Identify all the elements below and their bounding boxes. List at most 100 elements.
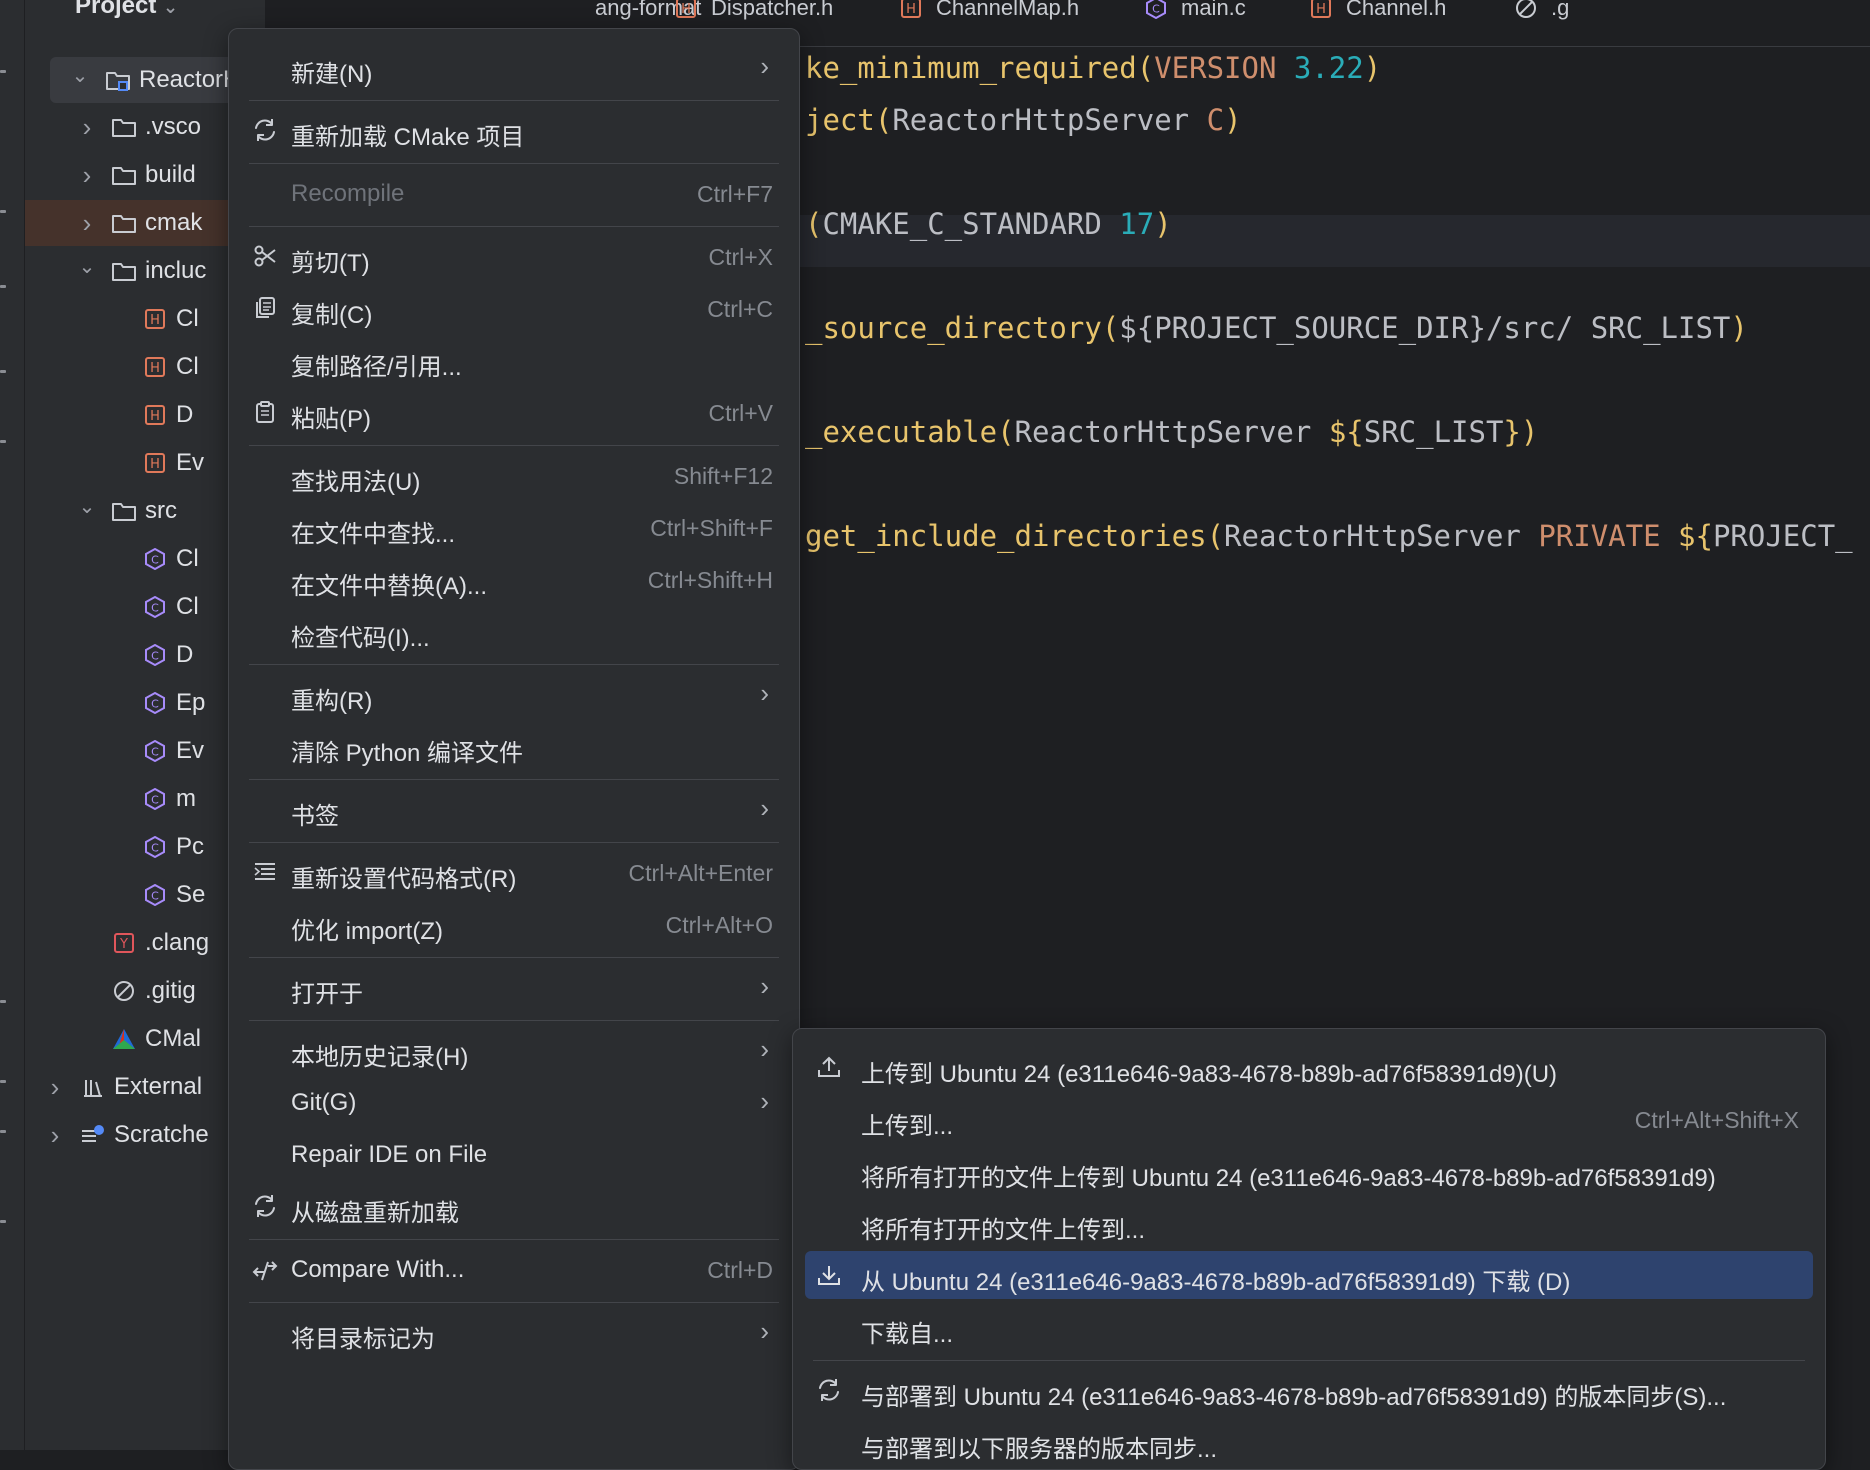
chevron-right-icon[interactable]: › [77, 112, 97, 143]
menu-item[interactable]: 查找用法(U) Shift+F12 [241, 451, 787, 499]
folder-icon [111, 164, 137, 186]
editor-tab[interactable]: H ChannelMap.h [900, 0, 1079, 26]
menu-item[interactable]: 优化 import(Z) Ctrl+Alt+O [241, 900, 787, 948]
menu-item[interactable]: 上传到... Ctrl+Alt+Shift+X [805, 1095, 1813, 1143]
editor-tab[interactable]: H Dispatcher.h [675, 0, 833, 26]
tree-icon-slot [80, 1076, 106, 1098]
chevron-down-icon[interactable]: ⌄ [77, 254, 97, 279]
chevron-down-icon[interactable]: ⌄ [70, 63, 90, 88]
chevron-right-icon[interactable]: › [77, 208, 97, 239]
menu-item[interactable]: 将所有打开的文件上传到 Ubuntu 24 (e311e646-9a83-467… [805, 1147, 1813, 1195]
menu-item[interactable]: 粘贴(P) Ctrl+V [241, 388, 787, 436]
stripe-button-mark[interactable] [0, 370, 6, 373]
menu-item[interactable]: 上传到 Ubuntu 24 (e311e646-9a83-4678-b89b-a… [805, 1043, 1813, 1091]
tree-item-label: Cl [176, 353, 199, 380]
menu-item-label: 在文件中查找... [291, 521, 456, 548]
menu-item[interactable]: 重新加载 CMake 项目 [241, 106, 787, 154]
tree-icon-slot: C [142, 692, 168, 714]
menu-item[interactable]: 从磁盘重新加载 [241, 1182, 787, 1230]
editor-tab[interactable]: H Channel.h [1310, 0, 1446, 26]
menu-item[interactable]: Git(G) › [241, 1078, 787, 1126]
tab-icon-slot: C [1145, 0, 1167, 19]
menu-separator [813, 1360, 1805, 1361]
reload-icon [252, 117, 278, 143]
editor-tab[interactable]: .g [1515, 0, 1569, 26]
tree-icon-slot: C [142, 836, 168, 858]
menu-item[interactable]: 打开于 › [241, 963, 787, 1011]
chevron-down-icon[interactable]: ⌄ [77, 494, 97, 519]
stripe-button-mark[interactable] [0, 70, 6, 73]
menu-item[interactable]: 从 Ubuntu 24 (e311e646-9a83-4678-b89b-ad7… [805, 1251, 1813, 1299]
menu-item[interactable]: 检查代码(I)... [241, 607, 787, 655]
menu-item[interactable]: 将目录标记为 › [241, 1308, 787, 1356]
copy-icon [253, 296, 277, 320]
menu-item[interactable]: 与部署到 Ubuntu 24 (e311e646-9a83-4678-b89b-… [805, 1366, 1813, 1414]
tab-label: main.c [1181, 0, 1246, 20]
stripe-button-mark[interactable] [0, 440, 6, 443]
menu-item[interactable]: Repair IDE on File [241, 1130, 787, 1178]
menu-item[interactable]: 清除 Python 编译文件 [241, 722, 787, 770]
menu-item[interactable]: 与部署到以下服务器的版本同步... [805, 1418, 1813, 1466]
chevron-right-icon[interactable]: › [77, 160, 97, 191]
menu-item[interactable]: 重新设置代码格式(R) Ctrl+Alt+Enter [241, 848, 787, 896]
stripe-button-mark[interactable] [0, 1130, 6, 1133]
menu-item[interactable]: 在文件中查找... Ctrl+Shift+F [241, 503, 787, 551]
code-token: ReactorHttpServer [1014, 415, 1329, 449]
svg-text:C: C [151, 650, 159, 663]
tree-icon-slot: C [142, 644, 168, 666]
stripe-button-mark[interactable] [0, 1080, 6, 1083]
tree-item-label: m [176, 785, 196, 812]
menu-item[interactable]: Compare With... Ctrl+D [241, 1245, 787, 1293]
chevron-down-icon: ⌄ [163, 0, 179, 17]
deployment-submenu: 上传到 Ubuntu 24 (e311e646-9a83-4678-b89b-a… [792, 1028, 1826, 1470]
menu-shortcut: Ctrl+C [707, 296, 773, 322]
header-file-icon: H [144, 308, 166, 330]
header-file-icon: H [900, 0, 922, 19]
tree-item-label: Ev [176, 449, 205, 476]
svg-text:H: H [1316, 2, 1326, 17]
menu-item[interactable]: 书签 › [241, 785, 787, 833]
menu-shortcut: Ctrl+Alt+Shift+X [1634, 1107, 1799, 1133]
code-token: ReactorHttpServer [892, 103, 1207, 137]
code-token: 17 [1119, 207, 1155, 241]
menu-item-label: 复制路径/引用... [291, 354, 462, 381]
menu-item[interactable]: 在文件中替换(A)... Ctrl+Shift+H [241, 555, 787, 603]
chevron-right-icon[interactable]: › [45, 1072, 65, 1103]
svg-text:Y: Y [119, 937, 128, 952]
menu-separator [249, 779, 779, 780]
menu-item[interactable]: Recompile Ctrl+F7 [241, 169, 787, 217]
menu-item-label: 本地历史记录(H) [291, 1044, 469, 1071]
code-token: ( [874, 103, 893, 137]
code-token: ) [1730, 311, 1748, 345]
tree-icon-slot: Y [111, 932, 137, 954]
menu-item[interactable]: 下载自... [805, 1303, 1813, 1351]
tree-icon-slot [111, 980, 137, 1002]
code-token: ( [805, 207, 823, 241]
menu-item-label: 优化 import(Z) [291, 918, 443, 945]
project-panel-title[interactable]: Project ⌄ [75, 0, 178, 20]
stripe-button-mark[interactable] [0, 285, 6, 288]
menu-shortcut: Ctrl+X [708, 244, 773, 270]
menu-item[interactable]: 复制(C) Ctrl+C [241, 284, 787, 332]
menu-item[interactable]: 将所有打开的文件上传到... [805, 1199, 1813, 1247]
tree-icon-slot [111, 260, 137, 282]
tree-icon-slot [80, 1124, 106, 1146]
menu-item[interactable]: 重构(R) › [241, 670, 787, 718]
menu-item-label: Recompile [291, 180, 405, 207]
stripe-button-mark[interactable] [0, 1000, 6, 1003]
menu-item[interactable]: 复制路径/引用... [241, 336, 787, 384]
tree-item-label: .vsco [145, 113, 202, 140]
tree-item-label: Ev [176, 737, 205, 764]
stripe-button-mark[interactable] [0, 210, 6, 213]
submenu-arrow-icon: › [760, 793, 769, 823]
tree-icon-slot: H [142, 356, 168, 378]
menu-item[interactable]: 新建(N) › [241, 43, 787, 91]
menu-item[interactable]: 剪切(T) Ctrl+X [241, 232, 787, 280]
submenu-arrow-icon: › [760, 1086, 769, 1116]
tab-label: .g [1551, 0, 1570, 20]
tree-icon-slot [111, 1028, 137, 1050]
stripe-button-mark[interactable] [0, 1220, 6, 1223]
menu-item[interactable]: 本地历史记录(H) › [241, 1026, 787, 1074]
chevron-right-icon[interactable]: › [45, 1120, 65, 1151]
editor-tab[interactable]: Cmain.c [1145, 0, 1246, 26]
